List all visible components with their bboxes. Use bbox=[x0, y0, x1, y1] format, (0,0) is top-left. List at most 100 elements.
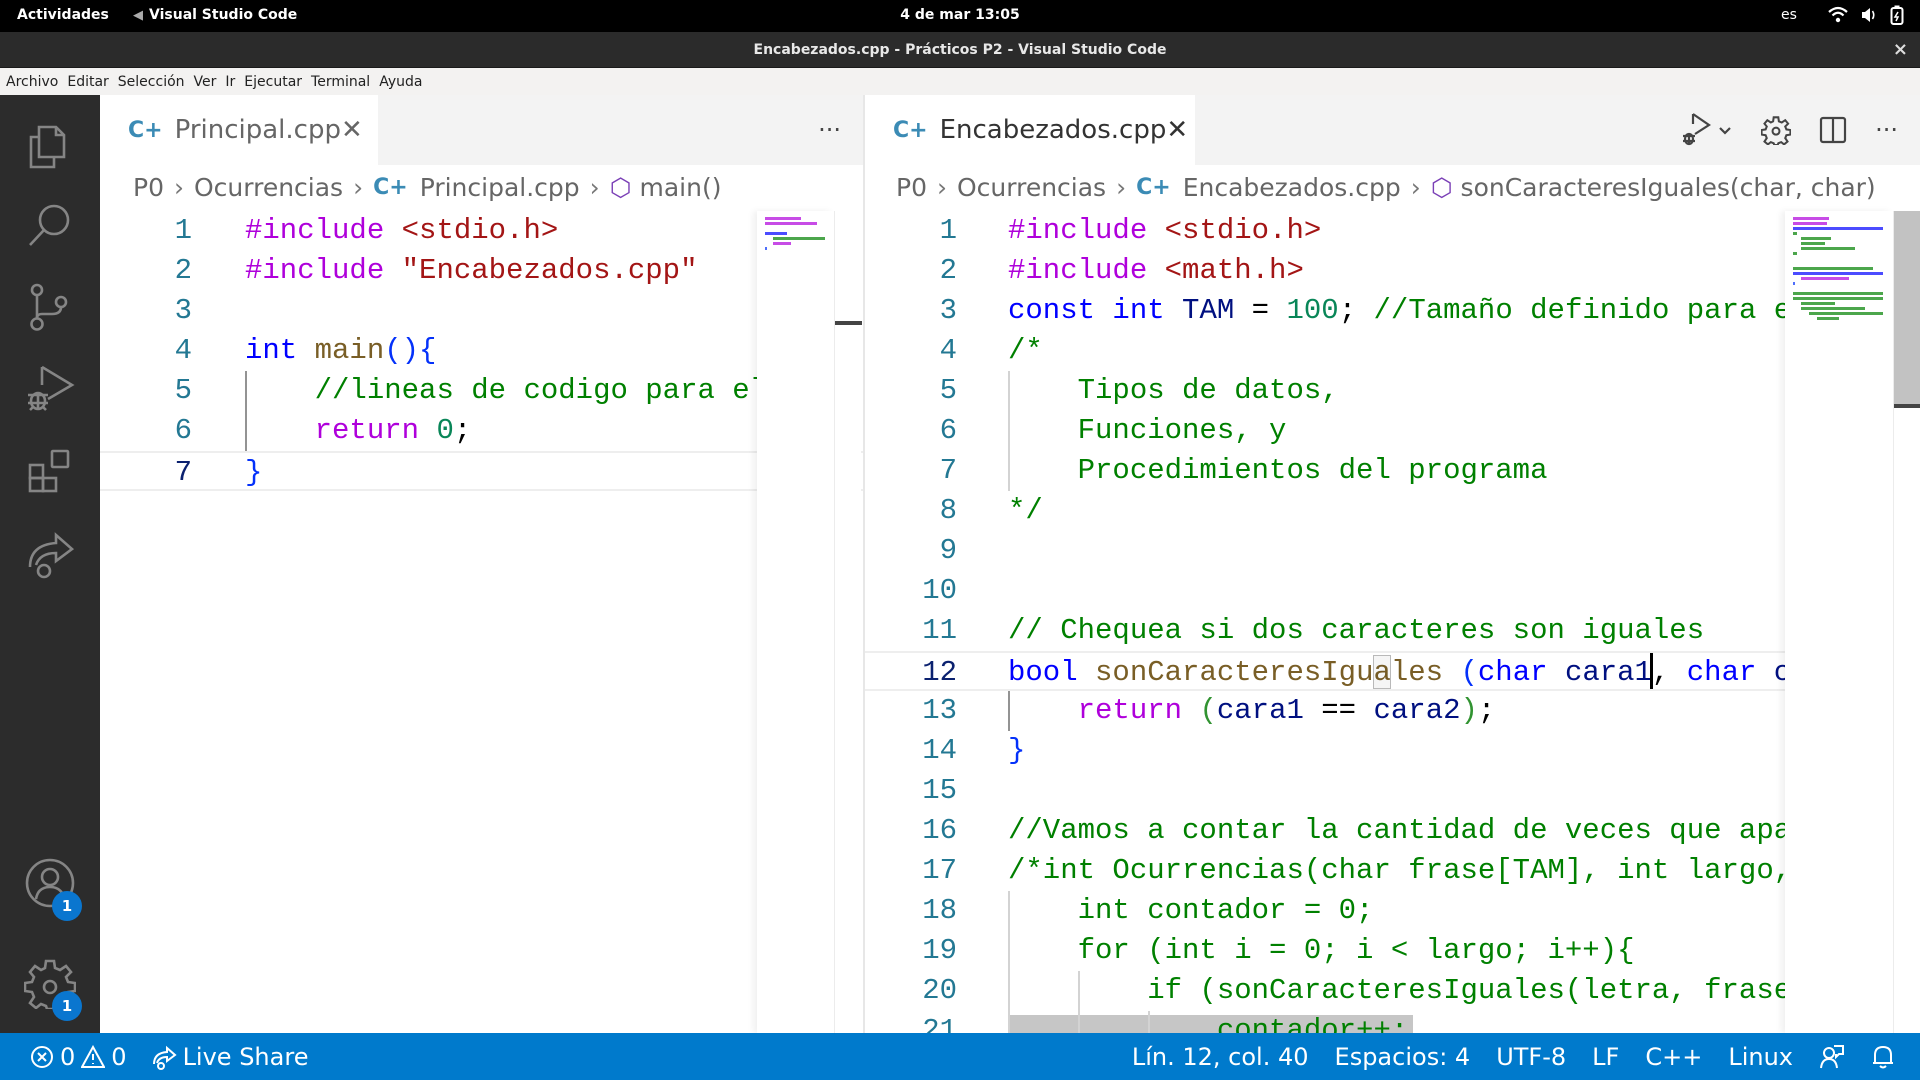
code-line[interactable]: 3 bbox=[100, 291, 863, 331]
code-line[interactable]: 6 return 0; bbox=[100, 411, 863, 451]
code-line[interactable]: 3 const int TAM = 100; //Tamaño definido … bbox=[865, 291, 1920, 331]
minimap-line bbox=[1793, 282, 1795, 285]
menu-ir[interactable]: Ir bbox=[225, 74, 235, 90]
app-menu[interactable]: ◀ Visual Studio Code bbox=[133, 7, 297, 23]
line-text: Procedimientos del programa bbox=[1008, 451, 1548, 491]
vertical-scrollbar-right[interactable] bbox=[1893, 211, 1920, 1033]
scrollbar-thumb[interactable] bbox=[1894, 211, 1920, 406]
tab-label: Principal.cpp bbox=[174, 115, 341, 145]
code-line[interactable]: 11 // Chequea si dos caracteres son igual… bbox=[865, 611, 1920, 651]
vertical-scrollbar-left[interactable] bbox=[834, 211, 862, 1033]
minimap-line bbox=[765, 232, 787, 235]
cursor-position[interactable]: Lín. 12, col. 40 bbox=[1119, 1033, 1322, 1080]
notifications-button[interactable] bbox=[1858, 1033, 1908, 1080]
activity-run-debug[interactable] bbox=[0, 349, 100, 429]
tab-encabezados-cpp[interactable]: C+ Encabezados.cpp ✕ bbox=[865, 95, 1195, 165]
run-debug-button[interactable] bbox=[1681, 112, 1733, 148]
close-tab-button[interactable]: ✕ bbox=[341, 115, 363, 145]
problems-indicator[interactable]: 0 0 bbox=[18, 1033, 139, 1080]
code-line[interactable]: 9 bbox=[865, 531, 1920, 571]
activity-manage[interactable]: 1 bbox=[0, 943, 100, 1023]
menu-editar[interactable]: Editar bbox=[67, 74, 108, 90]
code-line[interactable]: 18 int contador = 0; bbox=[865, 891, 1920, 931]
minimap-line bbox=[1793, 217, 1829, 220]
indentation[interactable]: Espacios: 4 bbox=[1322, 1033, 1484, 1080]
encoding[interactable]: UTF-8 bbox=[1483, 1033, 1579, 1080]
code-area-left[interactable]: 1 #include <stdio.h> 2 #include "Encabezado… bbox=[100, 211, 863, 1033]
split-editor-button[interactable] bbox=[1819, 116, 1847, 144]
code-line[interactable]: 17 /*int Ocurrencias(char frase[TAM], int… bbox=[865, 851, 1920, 891]
code-line[interactable]: 1 #include <stdio.h> bbox=[865, 211, 1920, 251]
activity-live-share[interactable] bbox=[0, 513, 100, 593]
activity-accounts[interactable]: 1 bbox=[0, 843, 100, 923]
code-line[interactable]: 5 Tipos de datos, bbox=[865, 371, 1920, 411]
code-line[interactable]: 2 #include "Encabezados.cpp" bbox=[100, 251, 863, 291]
breadcrumb-file[interactable]: Principal.cpp bbox=[420, 173, 580, 202]
menu-seleccion[interactable]: Selección bbox=[118, 74, 185, 90]
breadcrumb-folder-ocurrencias[interactable]: Ocurrencias bbox=[194, 173, 343, 202]
code-line[interactable]: 12 bool sonCaracteresIguales (char cara1,… bbox=[865, 651, 1920, 691]
indent-guide bbox=[245, 371, 247, 451]
code-line[interactable]: 13 return (cara1 == cara2); bbox=[865, 691, 1920, 731]
activities-button[interactable]: Actividades bbox=[17, 7, 109, 23]
breadcrumb-folder-ocurrencias[interactable]: Ocurrencias bbox=[957, 173, 1106, 202]
code-line[interactable]: 21 contador++; bbox=[865, 1011, 1920, 1033]
code-line[interactable]: 6 Funciones, y bbox=[865, 411, 1920, 451]
code-line[interactable]: 15 bbox=[865, 771, 1920, 811]
end-of-line[interactable]: LF bbox=[1579, 1033, 1632, 1080]
menu-ver[interactable]: Ver bbox=[194, 74, 217, 90]
indent-guide bbox=[1078, 971, 1080, 1033]
code-token: Tipos de datos, bbox=[1008, 374, 1339, 407]
language-mode[interactable]: C++ bbox=[1632, 1033, 1715, 1080]
code-line[interactable]: 4 int main(){ bbox=[100, 331, 863, 371]
tab-principal-cpp[interactable]: C+ Principal.cpp ✕ bbox=[100, 95, 378, 165]
minimap-left[interactable] bbox=[757, 211, 834, 1033]
menu-ayuda[interactable]: Ayuda bbox=[379, 74, 422, 90]
code-token: // Chequea si dos caracteres son iguales bbox=[1008, 614, 1705, 647]
code-line[interactable]: 7 Procedimientos del programa bbox=[865, 451, 1920, 491]
code-line[interactable]: 10 bbox=[865, 571, 1920, 611]
minimap-line bbox=[1793, 232, 1797, 235]
code-line[interactable]: 14} bbox=[865, 731, 1920, 771]
keyboard-language[interactable]: es bbox=[1781, 7, 1797, 23]
more-actions-button[interactable]: ··· bbox=[1875, 116, 1898, 144]
clock[interactable]: 4 de mar 13:05 bbox=[900, 7, 1019, 23]
code-line[interactable]: 8 */ bbox=[865, 491, 1920, 531]
system-tray[interactable] bbox=[1828, 5, 1904, 25]
activity-search[interactable] bbox=[0, 185, 100, 265]
code-line[interactable]: 2 #include <math.h> bbox=[865, 251, 1920, 291]
minimap-right[interactable] bbox=[1785, 211, 1893, 1033]
code-area-right[interactable]: 1 #include <stdio.h> 2 #include <math.h> 3 co… bbox=[865, 211, 1920, 1033]
platform[interactable]: Linux bbox=[1715, 1033, 1806, 1080]
live-share-button[interactable]: Live Share bbox=[139, 1033, 321, 1080]
line-number: 20 bbox=[922, 974, 957, 1007]
breadcrumb-symbol[interactable]: sonCaracteresIguales(char, char) bbox=[1461, 173, 1876, 202]
breadcrumb-folder-p0[interactable]: P0 bbox=[896, 173, 927, 202]
minimap-line bbox=[1801, 307, 1865, 310]
activity-explorer[interactable] bbox=[0, 103, 100, 183]
activity-extensions[interactable] bbox=[0, 431, 100, 511]
code-line[interactable]: 5 //lineas de codigo para el bbox=[100, 371, 863, 411]
menu-terminal[interactable]: Terminal bbox=[311, 74, 370, 90]
close-tab-button[interactable]: ✕ bbox=[1166, 115, 1188, 145]
breadcrumb-symbol[interactable]: main() bbox=[639, 173, 721, 202]
window-close-button[interactable]: × bbox=[1893, 32, 1908, 68]
code-line[interactable]: 4 /* bbox=[865, 331, 1920, 371]
line-text: int contador = 0; bbox=[1008, 891, 1374, 931]
feedback-button[interactable] bbox=[1806, 1033, 1858, 1080]
more-actions-button[interactable]: ··· bbox=[818, 116, 841, 144]
breadcrumb-folder-p0[interactable]: P0 bbox=[133, 173, 164, 202]
editor-group-left: C+ Principal.cpp ✕ ··· P0 › Ocurrencias … bbox=[100, 95, 863, 1033]
code-line[interactable]: 20 if (sonCaracteresIguales(letra, frase bbox=[865, 971, 1920, 1011]
menu-ejecutar[interactable]: Ejecutar bbox=[244, 74, 302, 90]
activity-source-control[interactable] bbox=[0, 267, 100, 347]
code-line[interactable]: 1 #include <stdio.h> bbox=[100, 211, 863, 251]
menu-archivo[interactable]: Archivo bbox=[6, 74, 58, 90]
code-line[interactable]: 7} bbox=[100, 451, 863, 491]
settings-button[interactable] bbox=[1761, 115, 1792, 145]
code-line[interactable]: 16 //Vamos a contar la cantidad de veces … bbox=[865, 811, 1920, 851]
breadcrumb-file[interactable]: Encabezados.cpp bbox=[1183, 173, 1401, 202]
code-token: //lineas de codigo para el bbox=[314, 374, 768, 407]
code-line[interactable]: 19 for (int i = 0; i < largo; i++){ bbox=[865, 931, 1920, 971]
